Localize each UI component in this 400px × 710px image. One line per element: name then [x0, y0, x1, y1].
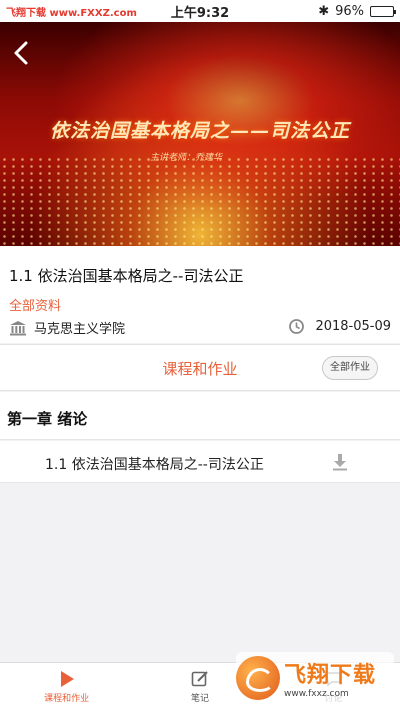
- chapter-header: 第一章 绪论: [0, 392, 400, 440]
- status-bar: 飞翔下载 www.FXXZ.com 上午9:32 ✱ 96%: [0, 0, 400, 22]
- lesson-title: 1.1 依法治国基本格局之--司法公正: [45, 457, 264, 473]
- banner-subtitle: 主讲老师：乔建华: [150, 153, 223, 163]
- battery-percent: 96%: [335, 3, 364, 19]
- nav-label-course: 课程和作业: [44, 693, 90, 704]
- watermark-text-block: 飞翔下载 www.fxxz.com: [284, 657, 376, 699]
- watermark-logo: 飞翔下载 www.fxxz.com: [236, 652, 394, 704]
- watermark-small-text: www.fxxz.com: [284, 689, 349, 699]
- course-info: 1.1 依法治国基本格局之--司法公正 全部资料 马克思主义学院 2018-05…: [0, 246, 400, 343]
- chevron-left-icon: [14, 41, 28, 65]
- watermark-big-text: 飞翔下载: [284, 663, 377, 688]
- back-button[interactable]: [6, 38, 36, 68]
- edit-note-icon: [191, 670, 208, 686]
- watermark-logo-icon: [236, 656, 280, 700]
- play-icon: [60, 670, 74, 687]
- download-icon[interactable]: [332, 453, 348, 471]
- institution-icon: [10, 320, 26, 335]
- content-tabbar: 课程和作业 全部作业: [0, 344, 400, 391]
- status-right: ✱ 96%: [318, 3, 396, 19]
- banner-sparkle: [0, 156, 400, 246]
- watermark-text: 飞翔下载 www.FXXZ.com: [6, 7, 137, 19]
- nav-course-homework[interactable]: 课程和作业: [0, 663, 133, 710]
- battery-icon: [370, 5, 396, 17]
- course-date: 2018-05-09: [315, 319, 391, 334]
- history-clock-icon: [289, 319, 305, 334]
- all-materials-link[interactable]: 全部资料: [9, 295, 61, 314]
- nav-label-notes: 笔记: [190, 693, 209, 704]
- bluetooth-icon: ✱: [318, 3, 330, 19]
- video-banner[interactable]: 依法治国基本格局之——司法公正 主讲老师：乔建华: [0, 22, 400, 246]
- chapter-title: 第一章 绪论: [7, 410, 88, 428]
- date-row: 2018-05-09: [288, 318, 391, 335]
- all-homework-button[interactable]: 全部作业: [322, 356, 378, 380]
- banner-title: 依法治国基本格局之——司法公正: [49, 120, 350, 142]
- course-title: 1.1 依法治国基本格局之--司法公正: [9, 267, 244, 285]
- school-row: 马克思主义学院: [9, 318, 125, 337]
- lesson-item[interactable]: 1.1 依法治国基本格局之--司法公正: [0, 441, 400, 483]
- school-name: 马克思主义学院: [34, 322, 126, 337]
